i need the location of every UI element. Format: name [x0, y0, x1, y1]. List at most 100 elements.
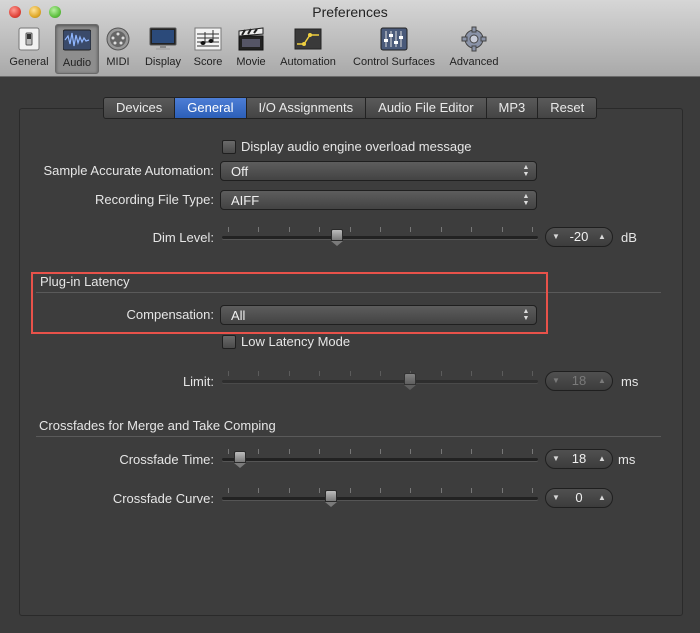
crossfade-time-stepper[interactable]: ▼ 18 ▲: [545, 449, 613, 469]
slider-tick: [319, 371, 320, 376]
slider-tick: [289, 449, 290, 454]
popup-arrows-icon: ▲ ▼: [522, 164, 530, 178]
increment-icon[interactable]: ▲: [595, 372, 609, 390]
crossfade-curve-label: Crossfade Curve:: [112, 491, 214, 506]
slider-tick: [471, 488, 472, 493]
slider-thumb[interactable]: [325, 490, 337, 507]
toolbar-score[interactable]: Score: [189, 24, 227, 72]
slider-tick: [410, 227, 411, 232]
crossfade-curve-stepper[interactable]: ▼ 0 ▲: [545, 488, 613, 508]
limit-slider[interactable]: [222, 371, 538, 391]
slider-track: [222, 380, 538, 383]
increment-icon[interactable]: ▲: [595, 228, 609, 246]
gear-icon: [460, 26, 488, 52]
slider-tick: [258, 488, 259, 493]
decrement-icon[interactable]: ▼: [549, 450, 563, 468]
window-title: Preferences: [312, 4, 388, 20]
slider-tick: [502, 449, 503, 454]
low-latency-checkbox[interactable]: [222, 335, 236, 349]
slider-tick: [258, 227, 259, 232]
limit-unit: ms: [621, 374, 639, 389]
slider-tick: [289, 371, 290, 376]
toolbar-movie[interactable]: Movie: [231, 24, 271, 72]
toolbar-audio[interactable]: Audio: [55, 24, 99, 74]
slider-tick: [410, 488, 411, 493]
preferences-window: Preferences General Audio MIDI Display S…: [0, 0, 700, 633]
slider-thumb[interactable]: [234, 451, 246, 468]
recording-file-type-popup[interactable]: AIFF ▲ ▼: [220, 190, 537, 210]
slider-thumb[interactable]: [404, 373, 416, 390]
toolbar-automation[interactable]: Automation: [275, 24, 341, 72]
display-overload-checkbox[interactable]: [222, 140, 236, 154]
slider-tick: [380, 227, 381, 232]
slider-tick: [289, 227, 290, 232]
slider-tick: [350, 488, 351, 493]
toolbar-midi[interactable]: MIDI: [100, 24, 136, 72]
slider-track: [222, 236, 538, 239]
toolbar-advanced[interactable]: Advanced: [445, 24, 503, 72]
slider-tick: [319, 488, 320, 493]
tab-mp3[interactable]: MP3: [487, 98, 539, 118]
toolbar-control-surfaces[interactable]: Control Surfaces: [348, 24, 440, 72]
tab-general[interactable]: General: [175, 98, 247, 118]
dim-level-unit: dB: [621, 230, 637, 245]
dim-level-slider[interactable]: [222, 227, 538, 247]
crossfade-time-unit: ms: [618, 452, 636, 467]
slider-tick: [228, 488, 229, 493]
monitor-icon: [149, 26, 177, 52]
slider-tick: [350, 371, 351, 376]
crossfade-curve-slider[interactable]: [222, 488, 538, 508]
slider-tick: [502, 371, 503, 376]
highlight-box: [31, 272, 548, 334]
slider-tick: [319, 227, 320, 232]
slider-ticks: [222, 227, 538, 233]
slider-tick: [228, 227, 229, 232]
slider-tick: [441, 227, 442, 232]
crossfades-heading: Crossfades for Merge and Take Comping: [39, 418, 276, 433]
limit-label: Limit:: [182, 374, 214, 389]
slider-tick: [319, 449, 320, 454]
decrement-icon[interactable]: ▼: [549, 372, 563, 390]
tab-devices[interactable]: Devices: [104, 98, 176, 118]
crossfade-time-slider[interactable]: [222, 449, 538, 469]
crossfade-time-label: Crossfade Time:: [119, 452, 214, 467]
midi-connector-icon: [104, 26, 132, 52]
display-overload-label: Display audio engine overload message: [241, 139, 472, 154]
tab-audio-file-editor[interactable]: Audio File Editor: [366, 98, 487, 118]
slider-tick: [471, 227, 472, 232]
decrement-icon[interactable]: ▼: [549, 489, 563, 507]
tab-io-assignments[interactable]: I/O Assignments: [247, 98, 367, 118]
section-divider: [36, 436, 661, 437]
tab-bar: Devices General I/O Assignments Audio Fi…: [103, 97, 598, 119]
slider-tick: [410, 449, 411, 454]
decrement-icon[interactable]: ▼: [549, 228, 563, 246]
slider-track: [222, 458, 538, 461]
limit-stepper[interactable]: ▼ 18 ▲: [545, 371, 613, 391]
increment-icon[interactable]: ▲: [595, 450, 609, 468]
toolbar-general[interactable]: General: [6, 24, 52, 72]
slider-ticks: [222, 449, 538, 455]
recording-file-type-label: Recording File Type:: [95, 192, 214, 207]
slider-tick: [532, 227, 533, 232]
tab-reset[interactable]: Reset: [538, 98, 596, 118]
slider-thumb[interactable]: [331, 229, 343, 246]
slider-tick: [380, 488, 381, 493]
slider-tick: [532, 488, 533, 493]
dim-level-label: Dim Level:: [152, 230, 214, 245]
music-notes-icon: [194, 26, 222, 52]
title-bar: Preferences General Audio MIDI Display S…: [0, 0, 700, 77]
slider-tick: [471, 371, 472, 376]
slider-tick: [350, 449, 351, 454]
increment-icon[interactable]: ▲: [595, 489, 609, 507]
clapperboard-icon: [237, 26, 265, 52]
slider-tick: [228, 371, 229, 376]
sample-accurate-popup[interactable]: Off ▲ ▼: [220, 161, 537, 181]
dim-level-stepper[interactable]: ▼ -20 ▲: [545, 227, 613, 247]
switch-icon: [15, 26, 43, 52]
toolbar-display[interactable]: Display: [140, 24, 186, 72]
slider-tick: [532, 371, 533, 376]
popup-arrows-icon: ▲ ▼: [522, 193, 530, 207]
slider-tick: [441, 488, 442, 493]
slider-tick: [289, 488, 290, 493]
low-latency-label: Low Latency Mode: [241, 334, 351, 349]
